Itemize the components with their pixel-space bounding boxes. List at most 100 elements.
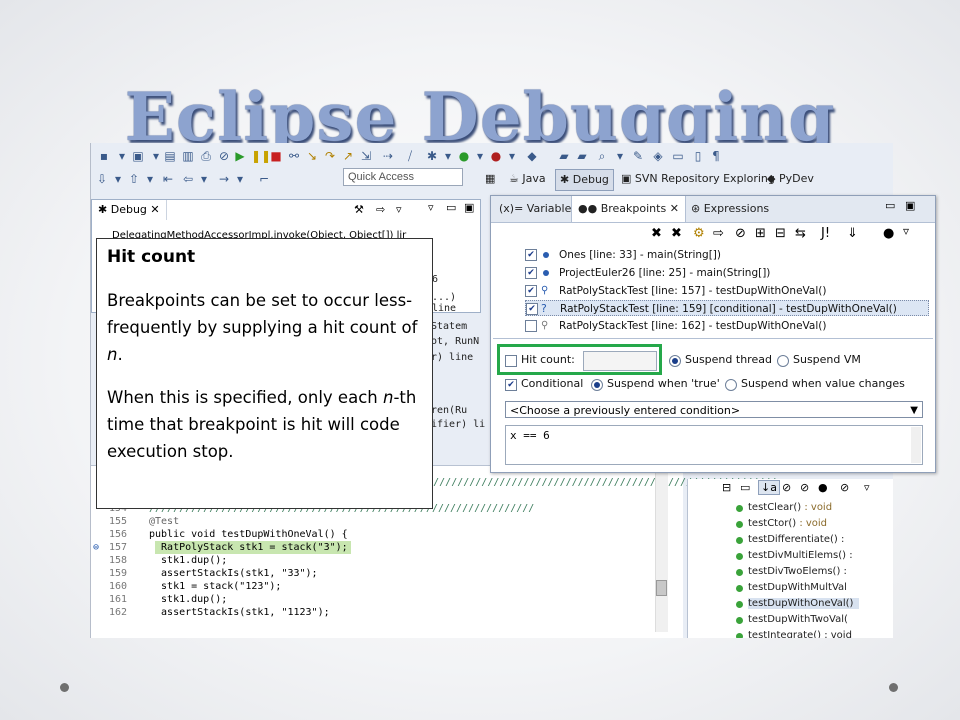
print-icon[interactable]: ⎙ bbox=[199, 149, 213, 163]
perspective-pydev[interactable]: ◆ PyDev bbox=[763, 169, 818, 189]
editor-scrollbar[interactable] bbox=[655, 472, 668, 632]
open-type-icon[interactable]: ▰ bbox=[575, 149, 589, 163]
expand-all-icon[interactable]: ⊞ bbox=[755, 226, 766, 241]
step-over-icon[interactable]: ↷ bbox=[323, 149, 337, 163]
back-icon[interactable]: ⇦ bbox=[181, 172, 195, 186]
skip-all-breakpoints-icon[interactable]: ⊘ bbox=[735, 226, 746, 241]
collapse-all-icon[interactable]: ⊟ bbox=[775, 226, 786, 241]
suspend-true-radio[interactable] bbox=[591, 379, 603, 391]
perspective-debug[interactable]: ✱ Debug bbox=[555, 169, 614, 191]
terminate-icon[interactable]: ■ bbox=[269, 149, 283, 163]
view-menu-icon[interactable]: ▿ bbox=[864, 481, 870, 494]
pin-editor-icon[interactable]: ⌐ bbox=[257, 172, 271, 186]
outline-item-selected[interactable]: testDupWithOneVal() bbox=[736, 598, 860, 609]
chevron-down-icon[interactable]: ▾ bbox=[197, 172, 211, 186]
block-selection-icon[interactable]: ▯ bbox=[691, 149, 705, 163]
chevron-down-icon[interactable]: ▾ bbox=[473, 149, 487, 163]
step-return-icon[interactable]: ↗ bbox=[341, 149, 355, 163]
tab-breakpoints[interactable]: ●● Breakpoints ✕ bbox=[571, 196, 686, 222]
step-into-icon[interactable]: ↘ bbox=[305, 149, 319, 163]
condition-history-select[interactable]: <Choose a previously entered condition> … bbox=[505, 401, 923, 418]
condition-textarea[interactable]: x == 6 bbox=[505, 425, 923, 465]
outline-item[interactable]: testDivMultiElems() : bbox=[736, 550, 853, 561]
maximize-icon[interactable]: ▣ bbox=[464, 201, 474, 214]
conditional-checkbox[interactable]: ✔ bbox=[505, 379, 517, 391]
perspective-svn[interactable]: ▣ SVN Repository Exploring bbox=[617, 169, 779, 189]
outline-item[interactable]: testClear() : void bbox=[736, 502, 832, 513]
chevron-down-icon[interactable]: ▾ bbox=[149, 149, 163, 163]
chevron-down-icon[interactable]: ▾ bbox=[613, 149, 627, 163]
pencil-icon[interactable]: ✎ bbox=[631, 149, 645, 163]
tab-debug[interactable]: ✱ Debug ✕ bbox=[92, 200, 167, 220]
skip-breakpoints-icon[interactable]: ⚒ bbox=[354, 203, 364, 216]
collapse-all-icon[interactable]: ⊟ bbox=[722, 481, 731, 494]
open-folder-icon[interactable]: ▰ bbox=[557, 149, 571, 163]
suspend-thread-radio[interactable] bbox=[669, 355, 681, 367]
skip-icon[interactable]: ⧸ bbox=[403, 149, 417, 163]
annotation-icon[interactable]: ◈ bbox=[651, 149, 665, 163]
quick-access-input[interactable] bbox=[343, 168, 463, 186]
minimize-icon[interactable]: ▭ bbox=[446, 201, 456, 214]
chevron-down-icon[interactable]: ▾ bbox=[233, 172, 247, 186]
view-menu-icon[interactable]: ▿ bbox=[903, 224, 909, 238]
perspective-java[interactable]: ☕ Java bbox=[505, 169, 550, 189]
hide-static-icon[interactable]: ⊘ bbox=[800, 481, 809, 494]
close-icon[interactable]: ✕ bbox=[670, 202, 679, 215]
scrollbar-thumb[interactable] bbox=[656, 580, 667, 596]
breakpoint-row[interactable]: ✔ ProjectEuler26 [line: 25] - main(Strin… bbox=[525, 265, 929, 281]
breakpoint-icon[interactable]: ⊜ bbox=[93, 541, 99, 554]
sort-icon[interactable]: ↓a bbox=[758, 480, 780, 495]
outline-item[interactable]: testIntegrate() : void bbox=[736, 630, 852, 638]
hide-nonpublic-icon[interactable]: ● bbox=[818, 481, 828, 494]
show-whitespace-icon[interactable]: ¶ bbox=[709, 149, 723, 163]
collapse-icon[interactable]: ⇨ bbox=[376, 203, 385, 216]
outline-item[interactable]: testDupWithTwoVal( bbox=[736, 614, 848, 625]
suspend-changes-radio[interactable] bbox=[725, 379, 737, 391]
chevron-down-icon[interactable]: ▾ bbox=[115, 149, 129, 163]
outline-item[interactable]: testCtor() : void bbox=[736, 518, 827, 529]
skip-breakpoints-icon[interactable]: ⊘ bbox=[217, 149, 231, 163]
chevron-down-icon[interactable]: ▾ bbox=[505, 149, 519, 163]
forward-icon[interactable]: → bbox=[217, 172, 231, 186]
debug-icon[interactable]: ✱ bbox=[425, 149, 439, 163]
tab-expressions[interactable]: ⊛ Expressions bbox=[685, 196, 775, 222]
breakpoint-row[interactable]: ✔ Ones [line: 33] - main(String[]) bbox=[525, 247, 929, 263]
link-with-debug-icon[interactable]: ⇆ bbox=[795, 226, 806, 241]
search-icon[interactable]: ⌕ bbox=[595, 149, 609, 163]
outline-item[interactable]: testDifferentiate() : bbox=[736, 534, 844, 545]
breakpoint-checkbox[interactable] bbox=[525, 320, 537, 332]
tab-variables[interactable]: (x)= Variables bbox=[493, 196, 583, 222]
next-annotation-icon[interactable]: ⇩ bbox=[95, 172, 109, 186]
chevron-down-icon[interactable]: ▼ bbox=[910, 402, 918, 419]
breakpoint-checkbox[interactable]: ✔ bbox=[525, 267, 537, 279]
collapse-icon[interactable]: ▭ bbox=[740, 481, 750, 494]
group-icon[interactable]: ● bbox=[883, 226, 894, 241]
drop-to-frame-icon[interactable]: ⇲ bbox=[359, 149, 373, 163]
exception-breakpoint-icon[interactable]: J! bbox=[821, 226, 830, 241]
chevron-down-icon[interactable]: ▾ bbox=[143, 172, 157, 186]
breakpoint-checkbox[interactable]: ✔ bbox=[525, 285, 537, 297]
external-tools-icon[interactable]: ● bbox=[489, 149, 503, 163]
show-supported-icon[interactable]: ⚙ bbox=[693, 226, 705, 241]
breakpoint-row-selected[interactable]: ✔ ? RatPolyStackTest [line: 159] [condit… bbox=[525, 300, 929, 316]
breakpoint-row[interactable]: ⚲ RatPolyStackTest [line: 162] - testDup… bbox=[525, 318, 929, 334]
go-to-file-icon[interactable]: ⇨ bbox=[713, 226, 724, 241]
suspend-vm-radio[interactable] bbox=[777, 355, 789, 367]
save-icon[interactable]: ▤ bbox=[163, 149, 177, 163]
run-icon[interactable]: ● bbox=[457, 149, 471, 163]
remove-breakpoint-icon[interactable]: ✖ bbox=[651, 226, 662, 241]
view-menu-icon[interactable]: ▿ bbox=[428, 201, 434, 214]
outline-item[interactable]: testDupWithMultVal bbox=[736, 582, 847, 593]
open-perspective-icon[interactable]: ▦ bbox=[481, 169, 499, 189]
link-icon[interactable]: ⊘ bbox=[840, 481, 849, 494]
breakpoint-checkbox[interactable]: ✔ bbox=[526, 303, 538, 315]
use-step-filters-icon[interactable]: ⇢ bbox=[381, 149, 395, 163]
menu-icon[interactable]: ▿ bbox=[396, 203, 402, 216]
maximize-icon[interactable]: ▣ bbox=[905, 199, 915, 212]
previous-annotation-icon[interactable]: ⇧ bbox=[127, 172, 141, 186]
hide-fields-icon[interactable]: ⊘ bbox=[782, 481, 791, 494]
import-icon[interactable]: ⇓ bbox=[847, 226, 858, 241]
chevron-down-icon[interactable]: ▾ bbox=[111, 172, 125, 186]
mark-occurrences-icon[interactable]: ▭ bbox=[671, 149, 685, 163]
breakpoint-checkbox[interactable]: ✔ bbox=[525, 249, 537, 261]
